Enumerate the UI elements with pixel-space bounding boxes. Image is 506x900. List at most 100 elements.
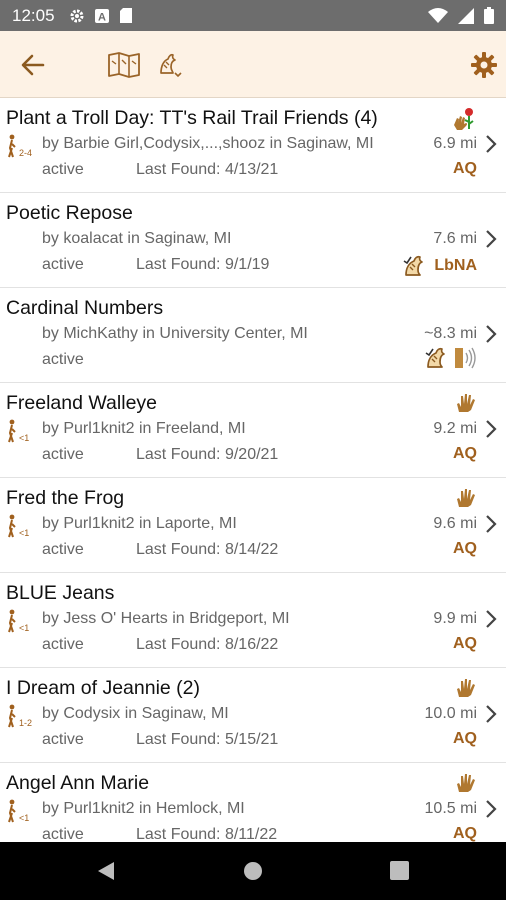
letterbox-filter-icon xyxy=(160,53,182,77)
list-item[interactable]: Freeland Walleye <1 by Purl1knit2 in Fre… xyxy=(0,383,506,478)
difficulty-label: <1 xyxy=(19,433,29,443)
box-last-found: Last Found: 4/13/21 xyxy=(136,161,279,178)
list-item[interactable]: Plant a Troll Day: TT's Rail Trail Frien… xyxy=(0,98,506,193)
map-button[interactable] xyxy=(104,31,144,98)
box-status: active xyxy=(42,636,84,653)
system-nav-bar xyxy=(0,842,506,900)
box-title: Angel Ann Marie xyxy=(6,772,150,794)
settings-button[interactable] xyxy=(466,31,502,98)
box-status: active xyxy=(42,731,84,748)
chevron-right-icon xyxy=(486,420,497,438)
difficulty-label: <1 xyxy=(19,813,29,823)
back-button[interactable] xyxy=(10,31,56,98)
signal-icon xyxy=(458,7,474,24)
hiker-icon: <1 xyxy=(8,419,29,443)
list-item[interactable]: Poetic Repose by koalacat in Saginaw, MI… xyxy=(0,193,506,288)
hiker-icon: 2-4 xyxy=(8,134,32,158)
chevron-right-icon xyxy=(486,610,497,628)
box-last-found: Last Found: 8/14/22 xyxy=(136,541,279,558)
chevron-right-icon xyxy=(486,800,497,818)
battery-icon xyxy=(484,7,494,24)
box-last-found: Last Found: 9/1/19 xyxy=(136,256,270,273)
list-item[interactable]: I Dream of Jeannie (2) 1-2 by Codysix in… xyxy=(0,668,506,763)
chevron-right-icon xyxy=(486,135,497,153)
box-title: Fred the Frog xyxy=(6,487,125,509)
letterbox-icon xyxy=(403,255,424,276)
box-status: active xyxy=(42,256,84,273)
hand-flower-icon xyxy=(454,108,474,130)
chevron-right-icon xyxy=(486,515,497,533)
chevron-right-icon xyxy=(486,705,497,723)
app-a-status-icon: A xyxy=(94,8,109,23)
box-title: Cardinal Numbers xyxy=(6,297,164,319)
box-last-found: Last Found: 8/16/22 xyxy=(136,636,279,653)
box-tag: AQ xyxy=(453,635,477,652)
difficulty-label: 1-2 xyxy=(19,718,32,728)
box-distance: 10.0 mi xyxy=(424,705,477,722)
box-last-found: Last Found: 5/15/21 xyxy=(136,731,279,748)
box-distance: 10.5 mi xyxy=(424,800,477,817)
box-tag: AQ xyxy=(453,445,477,462)
row-icons xyxy=(424,345,478,371)
audio-icon xyxy=(455,347,476,369)
hiker-icon: 1-2 xyxy=(8,704,32,728)
lbna-badge: LbNA xyxy=(402,253,477,279)
status-bar: 12:05 A xyxy=(0,0,506,31)
box-distance: 7.6 mi xyxy=(433,230,477,247)
box-author: by Codysix in Saginaw, MI xyxy=(42,705,229,722)
hand-icon xyxy=(457,489,475,507)
box-author: by MichKathy in University Center, MI xyxy=(42,325,308,342)
filter-button[interactable] xyxy=(150,31,188,98)
box-tag: LbNA xyxy=(434,257,477,274)
box-last-found: Last Found: 9/20/21 xyxy=(136,446,279,463)
letterbox-icon xyxy=(425,347,445,368)
chevron-right-icon xyxy=(486,325,497,343)
map-icon xyxy=(108,51,140,78)
nav-back-icon[interactable] xyxy=(95,860,117,882)
sd-card-status-icon xyxy=(119,8,132,23)
list-item[interactable]: Fred the Frog <1 by Purl1knit2 in Laport… xyxy=(0,478,506,573)
box-tag: AQ xyxy=(453,825,477,842)
box-tag: AQ xyxy=(453,730,477,747)
box-author: by Purl1knit2 in Freeland, MI xyxy=(42,420,246,437)
nav-recents-icon[interactable] xyxy=(390,861,409,880)
hiker-icon: <1 xyxy=(8,609,29,633)
box-status: active xyxy=(42,161,84,178)
svg-text:A: A xyxy=(98,11,106,23)
box-title: Freeland Walleye xyxy=(6,392,158,414)
status-time: 12:05 xyxy=(12,5,55,25)
box-tag: AQ xyxy=(453,540,477,557)
box-distance: 9.6 mi xyxy=(433,515,477,532)
gear-icon xyxy=(471,51,497,78)
box-tag: AQ xyxy=(453,160,477,177)
chevron-right-icon xyxy=(486,230,497,248)
box-last-found: Last Found: 8/11/22 xyxy=(136,826,278,842)
arrow-left-icon xyxy=(21,54,45,75)
box-status: active xyxy=(42,541,84,558)
toolbar xyxy=(0,31,506,98)
box-title: BLUE Jeans xyxy=(6,582,115,604)
box-distance: 9.9 mi xyxy=(433,610,477,627)
letterbox-list[interactable]: Plant a Troll Day: TT's Rail Trail Frien… xyxy=(0,98,506,842)
wifi-icon xyxy=(428,7,448,23)
list-item[interactable]: Cardinal Numbers by MichKathy in Univers… xyxy=(0,288,506,383)
box-distance: 9.2 mi xyxy=(433,420,477,437)
hiker-icon: <1 xyxy=(8,514,29,538)
hand-icon xyxy=(457,774,475,792)
gear-status-icon xyxy=(70,9,84,22)
box-status: active xyxy=(42,446,84,463)
list-item[interactable]: Angel Ann Marie <1 by Purl1knit2 in Heml… xyxy=(0,763,506,842)
hand-icon xyxy=(457,679,475,697)
difficulty-label: <1 xyxy=(19,623,29,633)
box-author: by Jess O' Hearts in Bridgeport, MI xyxy=(42,610,290,627)
box-status: active xyxy=(42,826,84,842)
difficulty-label: <1 xyxy=(19,528,29,538)
box-author: by Barbie Girl,Codysix,...,shooz in Sagi… xyxy=(42,135,374,152)
box-title: Poetic Repose xyxy=(6,202,133,224)
nav-home-icon[interactable] xyxy=(243,861,263,881)
hiker-icon: <1 xyxy=(8,799,29,823)
box-author: by Purl1knit2 in Laporte, MI xyxy=(42,515,237,532)
list-item[interactable]: BLUE Jeans <1 by Jess O' Hearts in Bridg… xyxy=(0,573,506,668)
box-author: by koalacat in Saginaw, MI xyxy=(42,230,232,247)
hand-icon xyxy=(457,394,475,412)
